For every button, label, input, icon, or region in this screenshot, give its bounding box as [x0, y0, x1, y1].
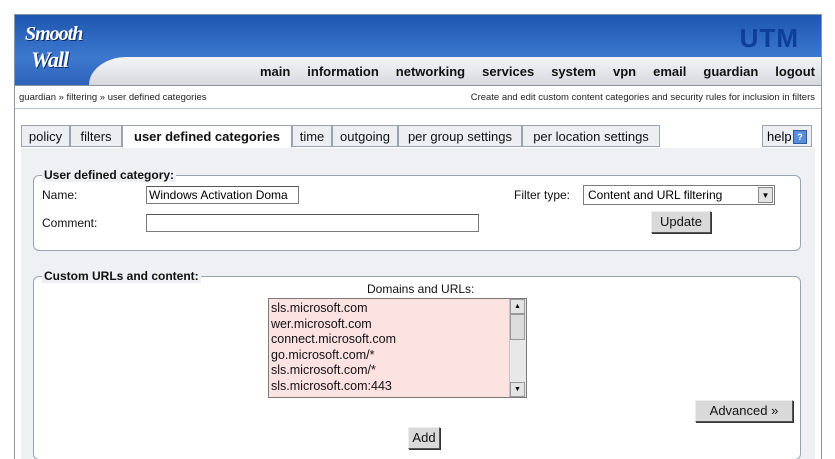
- domain-entry: sls.microsoft.com:443: [271, 378, 392, 393]
- product-name: UTM: [739, 23, 799, 53]
- comment-label: Comment:: [42, 216, 98, 230]
- domain-entry: sls.microsoft.com/*: [271, 363, 376, 378]
- nav-logout[interactable]: logout: [775, 64, 815, 79]
- scroll-down-icon[interactable]: ▼: [510, 382, 525, 397]
- add-button[interactable]: Add: [408, 427, 440, 449]
- breadcrumb: guardian » filtering » user defined cate…: [19, 92, 207, 103]
- nav-system[interactable]: system: [551, 64, 596, 79]
- domain-entry: connect.microsoft.com: [271, 332, 397, 347]
- name-label: Name:: [42, 188, 78, 202]
- domain-entry: wer.microsoft.com: [271, 316, 372, 331]
- name-input[interactable]: Windows Activation Doma: [146, 186, 299, 204]
- filter-type-select[interactable]: Content and URL filtering ▼: [583, 185, 775, 205]
- chevron-down-icon[interactable]: ▼: [758, 187, 773, 203]
- scroll-up-icon[interactable]: ▲: [510, 299, 525, 314]
- category-fieldset: User defined category: Name: Windows Act…: [33, 168, 801, 251]
- tab-per-location-settings[interactable]: per location settings: [522, 125, 660, 147]
- nav-main[interactable]: main: [260, 64, 290, 79]
- domains-textarea[interactable]: sls.microsoft.com wer.microsoft.com connec…: [268, 298, 527, 398]
- filter-type-label: Filter type:: [514, 188, 571, 202]
- page-description: Create and edit custom content categorie…: [470, 92, 815, 103]
- scrollbar[interactable]: ▲ ▼: [509, 299, 526, 397]
- nav-vpn[interactable]: vpn: [613, 64, 636, 79]
- tab-time[interactable]: time: [292, 125, 332, 147]
- app-window: Smooth Wall UTM main information network…: [14, 14, 822, 459]
- question-icon: ?: [793, 130, 807, 144]
- nav-networking[interactable]: networking: [396, 64, 465, 79]
- content-panel: User defined category: Name: Windows Act…: [21, 148, 815, 459]
- domain-entry: go.microsoft.com/*: [271, 347, 375, 362]
- nav-guardian[interactable]: guardian: [703, 64, 758, 79]
- tab-filters[interactable]: filters: [70, 125, 122, 147]
- comment-input[interactable]: [146, 214, 479, 232]
- tab-user-defined-categories[interactable]: user defined categories: [122, 125, 292, 148]
- tab-per-group-settings[interactable]: per group settings: [398, 125, 522, 147]
- category-legend: User defined category:: [42, 168, 177, 182]
- domain-entry: sls.microsoft.com: [271, 301, 368, 315]
- tab-policy[interactable]: policy: [21, 125, 70, 147]
- scroll-thumb[interactable]: [510, 314, 525, 340]
- smoothwall-logo[interactable]: Smooth Wall: [23, 19, 87, 79]
- help-label: help: [767, 129, 792, 144]
- main-nav: main information networking services sys…: [243, 64, 815, 79]
- update-button[interactable]: Update: [651, 211, 711, 233]
- nav-services[interactable]: services: [482, 64, 534, 79]
- nav-information[interactable]: information: [307, 64, 379, 79]
- header: Smooth Wall UTM main information network…: [15, 15, 821, 85]
- custom-legend: Custom URLs and content:: [42, 269, 201, 283]
- breadcrumb-bar: guardian » filtering » user defined cate…: [15, 85, 821, 109]
- help-button[interactable]: help ?: [762, 125, 812, 147]
- nav-email[interactable]: email: [653, 64, 686, 79]
- domains-label: Domains and URLs:: [367, 282, 475, 296]
- tab-bar: policy filters user defined categories t…: [21, 125, 815, 148]
- tab-outgoing[interactable]: outgoing: [332, 125, 398, 147]
- advanced-button[interactable]: Advanced »: [695, 400, 793, 422]
